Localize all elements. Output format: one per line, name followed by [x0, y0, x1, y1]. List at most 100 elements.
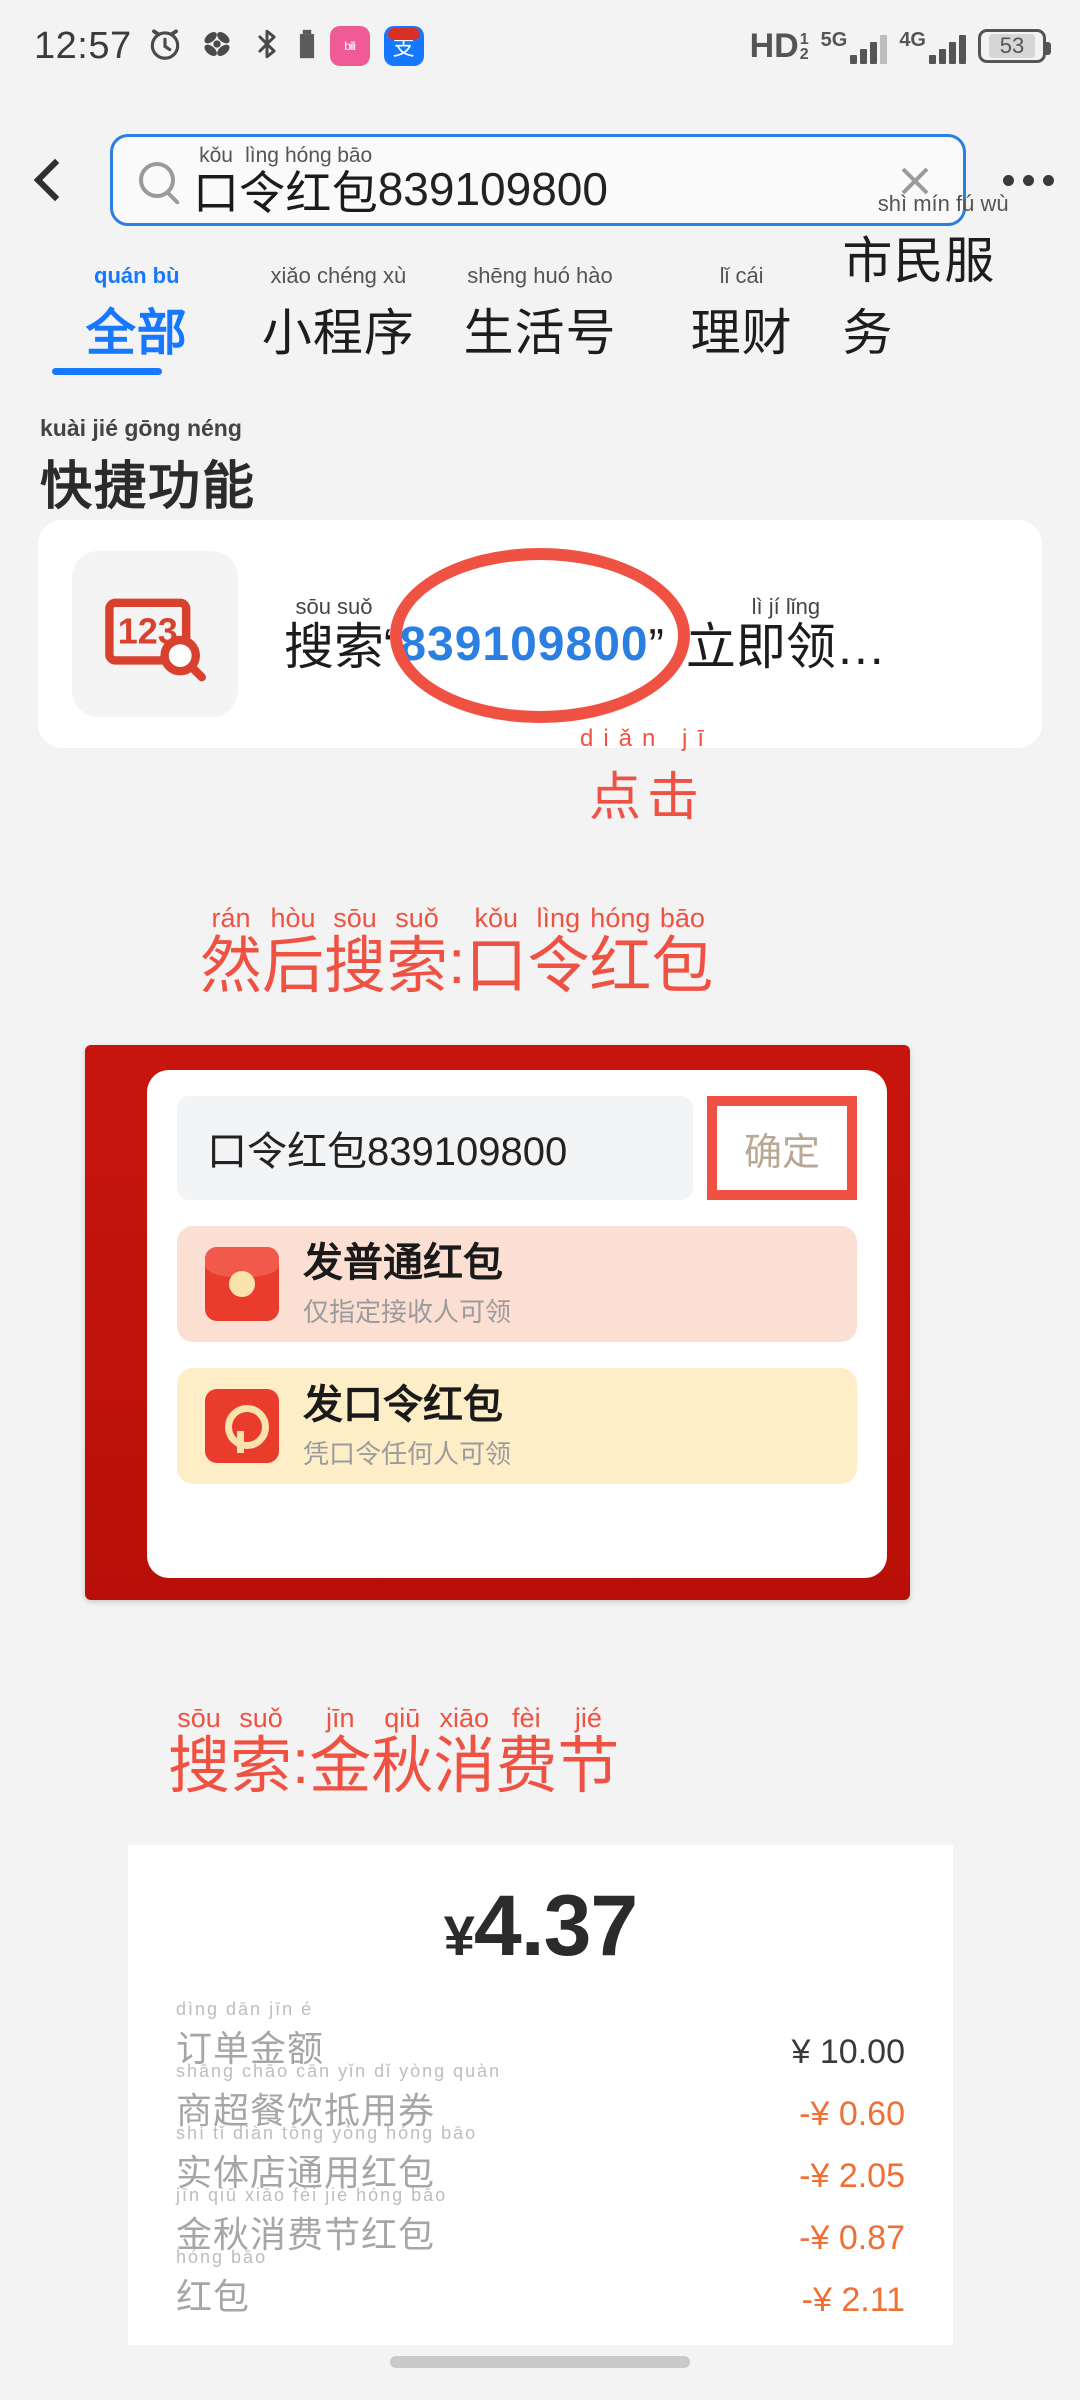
label: 红包 [176, 2276, 251, 2317]
pinyin: xiāo [439, 1703, 490, 1733]
section-title-pinyin: kuài jié gōng néng [40, 415, 242, 441]
search-query-text: kǒu 口 lìng 令 hóng 红 bāo 包 839109800 [193, 145, 608, 216]
hanzi: 金 [309, 1732, 372, 1801]
click-annotation-pinyin: diǎn jī [580, 725, 715, 752]
confirm-button-highlight: 确定 [707, 1096, 857, 1200]
pinyin: hóng [285, 143, 332, 167]
hanzi: 搜 [324, 932, 387, 1001]
pinyin: lì jí lǐng [751, 594, 821, 619]
pinyin: shāng chāo cān yǐn dǐ yòng quàn [176, 2061, 502, 2081]
receipt-row-value: ¥ 10.00 [791, 2033, 905, 2071]
signal-4g-icon: 4G [899, 29, 966, 64]
tab-miniprogram[interactable]: xiǎo chéng xù 小程序 [238, 263, 440, 365]
option-title: 发口令红包 [303, 1382, 503, 1427]
pinyin: suǒ [239, 1703, 283, 1733]
pinyin: bāo [337, 143, 373, 167]
hanzi: 节 [557, 1732, 620, 1801]
pinyin: kǒu [474, 903, 519, 933]
receipt-row: jīn qiū xiāo fèi jié hóng bāo 金秋消费节红包 -¥… [176, 2185, 905, 2258]
annotation-then-search: rán 然 hòu 后 sōu 搜 suǒ 索 : kǒu 口 lìng 令 hóng 红 b… [200, 905, 713, 998]
bluetooth-icon [250, 25, 284, 68]
home-indicator[interactable] [390, 2356, 690, 2368]
tab-bar: quán bù 全部 xiǎo chéng xù 小程序 shēng huó h… [0, 191, 1080, 365]
tab-pinyin: xiǎo chéng xù [270, 263, 407, 288]
option-text: 发普通红包 仅指定接收人可领 [303, 1240, 511, 1329]
option-subtitle: 凭口令任何人可领 [303, 1438, 512, 1469]
receipt-row-value: -¥ 2.05 [799, 2157, 905, 2195]
tab-pinyin: quán bù [94, 263, 180, 288]
hanzi: 搜 [168, 1732, 231, 1801]
redpacket-dialog-screenshot: 口令红包839109800 确定 发普通红包 仅指定接收人可领 发口令红包 凭口… [85, 1045, 910, 1600]
hanzi: 索 [386, 932, 449, 1001]
more-options-icon[interactable] [976, 174, 1080, 186]
pinyin: bāo [659, 903, 705, 933]
tab-all[interactable]: quán bù 全部 [36, 263, 238, 365]
pinyin: kǒu [199, 143, 233, 167]
click-annotation-label: 点击 [589, 769, 706, 827]
receipt-row-value: -¥ 0.60 [799, 2095, 905, 2133]
option-normal-redpacket[interactable]: 发普通红包 仅指定接收人可领 [177, 1226, 857, 1342]
receipt-row-value: -¥ 0.87 [799, 2219, 905, 2257]
tab-label: 市民服务 [842, 233, 996, 361]
status-time: 12:57 [34, 24, 132, 67]
confirm-button[interactable]: 确定 [744, 1121, 820, 1176]
tab-active-underline [52, 368, 162, 375]
hanzi: 消 [433, 1732, 496, 1801]
bili-app-icon [329, 26, 370, 66]
token-input-field[interactable]: 口令红包839109800 [177, 1096, 693, 1200]
receipt-row-value: -¥ 2.11 [801, 2281, 905, 2319]
search-icon [139, 162, 175, 198]
hanzi: 秋 [371, 1732, 434, 1801]
tab-citizenservice[interactable]: shì mín fú wù 市民服务 [842, 191, 1044, 365]
quick-function-card[interactable]: 123 sōu suǒ 搜索 “ 839109800 ” lì jí lǐng 立即… [38, 520, 1042, 748]
option-token-redpacket[interactable]: 发口令红包 凭口令任何人可领 [177, 1368, 857, 1484]
colon-separator: : [448, 928, 466, 997]
status-bar: 12:57 HD 1 2 5G 4G [0, 0, 1080, 92]
tab-label: 小程序 [261, 305, 415, 361]
hanzi: 然 [200, 932, 263, 1001]
pinyin: sōu [333, 903, 377, 933]
battery-percent: 53 [989, 34, 1035, 58]
back-button[interactable] [0, 158, 110, 202]
hd-sub-bottom: 2 [799, 46, 809, 64]
receipt-row-label: hóng bāo 红包 [176, 2247, 267, 2320]
pinyin: jīn [326, 1703, 355, 1733]
pinyin: hóng bāo [176, 2247, 268, 2267]
tab-finance[interactable]: lǐ cái 理财 [641, 263, 843, 365]
hanzi: 费 [495, 1732, 558, 1801]
option-subtitle: 仅指定接收人可领 [303, 1296, 512, 1327]
total-amount: 4.37 [473, 1878, 638, 1974]
option-text: 发口令红包 凭口令任何人可领 [303, 1382, 511, 1471]
signal-5g-icon: 5G [821, 29, 888, 64]
search-query-digits: 839109800 [377, 162, 608, 215]
colon-separator: : [292, 1728, 310, 1797]
pinyin: suǒ [395, 903, 439, 933]
signal-bars-5g [850, 34, 888, 64]
hd-voice-icon: HD 1 2 [750, 27, 809, 66]
pinyin: jīn qiū xiāo fèi jié hóng bāo [176, 2185, 448, 2205]
tab-pinyin: lǐ cái [719, 263, 764, 288]
quick-prefix: 搜索 [284, 619, 384, 675]
token-input-row: 口令红包839109800 确定 [177, 1096, 857, 1200]
hanzi: 口 [193, 166, 239, 219]
fan-icon [198, 25, 236, 68]
alipay-app-icon [383, 26, 424, 66]
status-bar-left: 12:57 [34, 25, 424, 68]
close-quote: ” [648, 619, 664, 671]
pinyin: shí tǐ diàn tōng yòng hóng bāo [176, 2123, 478, 2143]
pinyin: lìng [245, 143, 279, 167]
pinyin: lìng [536, 903, 581, 933]
hanzi: 令 [239, 166, 285, 219]
tab-lifeaccount[interactable]: shēng huó hào 生活号 [439, 263, 641, 365]
battery-icon: 53 [978, 29, 1051, 63]
hd-sub-top: 1 [799, 31, 809, 49]
redpacket-dialog-body: 口令红包839109800 确定 发普通红包 仅指定接收人可领 发口令红包 凭口… [147, 1070, 887, 1578]
pinyin: sōu [177, 1703, 221, 1733]
tab-label: 全部 [85, 305, 188, 361]
number-search-icon: 123 [72, 551, 238, 717]
receipt-row: hóng bāo 红包 -¥ 2.11 [176, 2247, 905, 2320]
hanzi: 红 [285, 166, 332, 219]
section-title: kuài jié gōng néng 快捷功能 [40, 415, 256, 519]
search-input[interactable]: kǒu 口 lìng 令 hóng 红 bāo 包 839109800 [110, 134, 966, 226]
hanzi: 后 [262, 932, 325, 1001]
